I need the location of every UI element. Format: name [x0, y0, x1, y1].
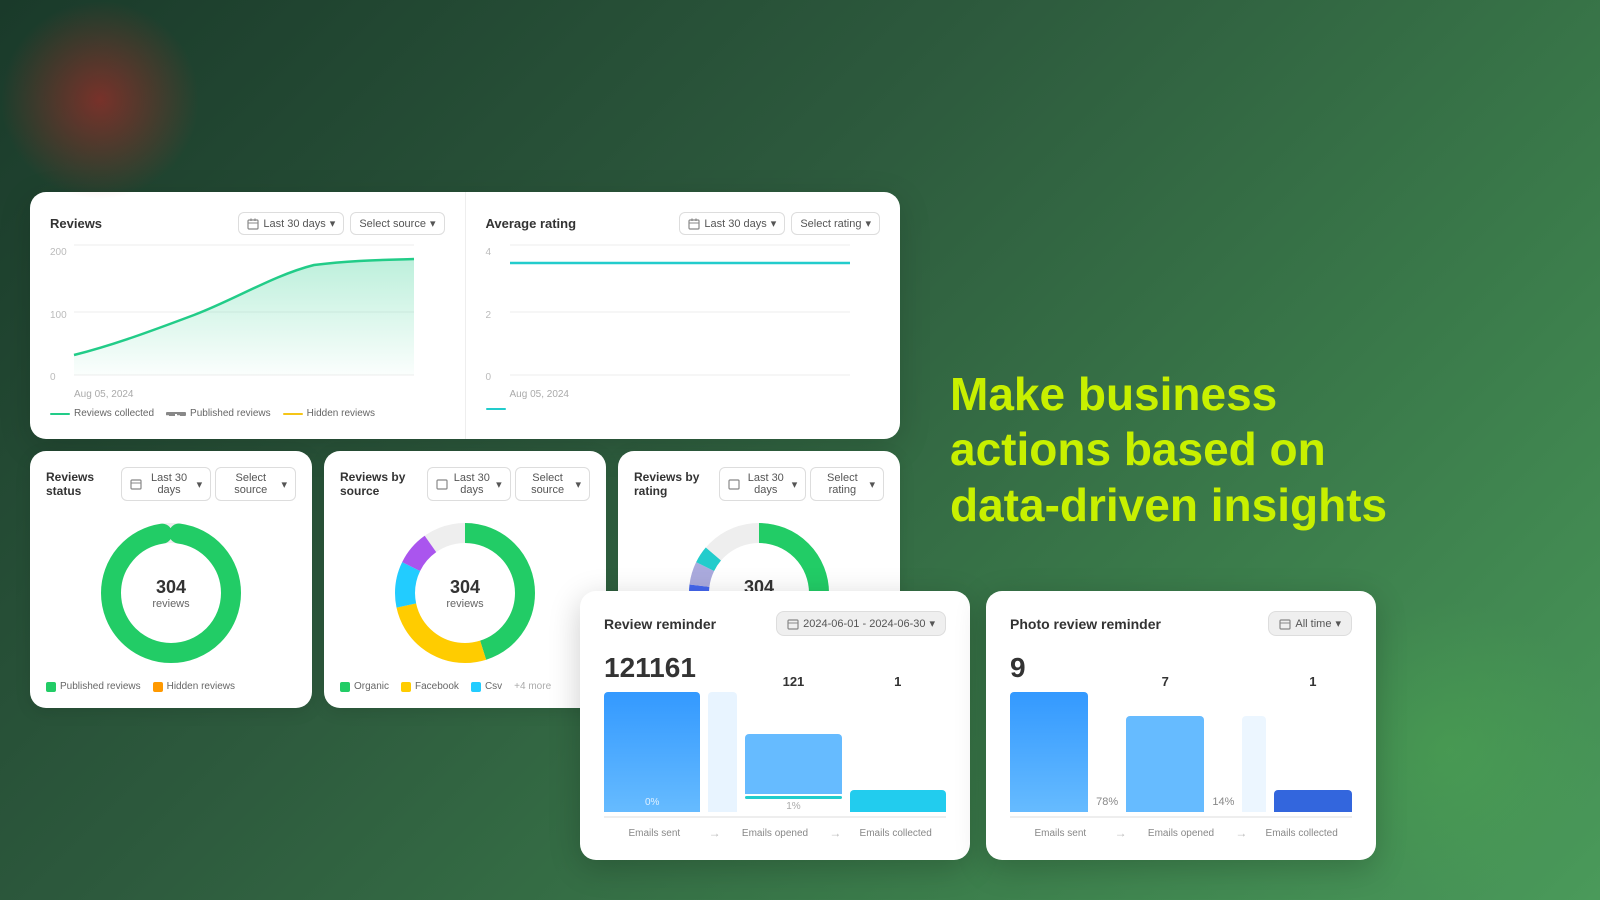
reviews-by-source-card: Reviews by source Last 30 days ▾ Select … — [324, 451, 606, 708]
reviews-status-controls: Last 30 days ▾ Select source ▾ — [121, 467, 296, 501]
reviews-chart-panel: Reviews Last 30 days ▾ Select source ▾ — [30, 192, 466, 439]
headline-panel: Make business actions based on data-driv… — [930, 347, 1570, 553]
bar-emails-collected: 1 — [850, 692, 946, 812]
review-reminder-bars: 0% 121 1% 1 — [604, 692, 946, 812]
cal-icon-7 — [1279, 618, 1291, 630]
reviews-by-source-donut: 304 reviews — [340, 513, 590, 673]
cal-icon-3 — [130, 478, 142, 490]
review-reminder-card: Review reminder 2024-06-01 - 2024-06-30 … — [580, 591, 970, 860]
floating-cards-area: Review reminder 2024-06-01 - 2024-06-30 … — [580, 591, 1376, 860]
reviews-chart-legend: Reviews collected Published reviews Hidd… — [50, 408, 445, 419]
by-rating-date[interactable]: Last 30 days ▾ — [719, 467, 806, 501]
photo-stat-emails-sent: Emails sent — [1010, 828, 1111, 839]
reviews-status-donut: 304 reviews — [46, 513, 296, 673]
stat-emails-collected: Emails collected — [845, 828, 946, 839]
reviews-chart-title: Reviews — [50, 216, 102, 231]
avg-rating-legend — [486, 408, 881, 410]
avg-rating-date: Aug 05, 2024 — [510, 389, 881, 400]
photo-reminder-big-number: 9 — [1010, 652, 1352, 684]
photo-reminder-title: Photo review reminder — [1010, 616, 1161, 632]
legend-published-reviews: Published reviews — [166, 408, 271, 419]
avg-rating-controls: Last 30 days ▾ Select rating ▾ — [679, 212, 880, 235]
reviews-line-chart — [74, 245, 434, 380]
reviews-status-source[interactable]: Select source ▾ — [215, 467, 296, 501]
bar-emails-sent: 0% — [604, 692, 700, 812]
cal-icon-5 — [728, 478, 740, 490]
stat-emails-opened: Emails opened — [725, 828, 826, 839]
reviews-status-legend: Published reviews Hidden reviews — [46, 681, 296, 692]
top-charts-panel: Reviews Last 30 days ▾ Select source ▾ — [30, 192, 900, 439]
avg-rating-title: Average rating — [486, 216, 577, 231]
stat-emails-sent: Emails sent — [604, 828, 705, 839]
photo-stat-emails-opened: Emails opened — [1131, 828, 1232, 839]
photo-reminder-stats-row: Emails sent → Emails opened → Emails col… — [1010, 816, 1352, 840]
by-source-date[interactable]: Last 30 days ▾ — [427, 467, 511, 501]
photo-bar-emails-sent — [1010, 692, 1088, 812]
calendar-icon — [247, 218, 259, 230]
avg-rating-chart-area: 4 2 0 — [486, 245, 881, 385]
headline-text: Make business actions based on data-driv… — [950, 367, 1387, 533]
reviews-source-filter[interactable]: Select source ▾ — [350, 212, 444, 235]
photo-bar-emails-collected: 1 — [1274, 692, 1352, 812]
photo-reminder-bars: 78% 7 14% 1 — [1010, 692, 1352, 812]
avg-rating-chart-panel: Average rating Last 30 days ▾ Select rat… — [466, 192, 901, 439]
review-reminder-title: Review reminder — [604, 616, 716, 632]
reviews-chart-date: Aug 05, 2024 — [74, 389, 445, 400]
reviews-by-source-legend: Organic Facebook Csv +4 more — [340, 681, 590, 692]
bar-emails-opened: 121 1% — [745, 692, 841, 812]
photo-bar-emails-opened: 7 — [1126, 692, 1204, 812]
review-reminder-stats-row: Emails sent → Emails opened → Emails col… — [604, 816, 946, 840]
cal-icon-6 — [787, 618, 799, 630]
by-source-source[interactable]: Select source ▾ — [515, 467, 590, 501]
photo-review-reminder-card: Photo review reminder All time ▾ 9 78% 7… — [986, 591, 1376, 860]
avg-rating-date-filter[interactable]: Last 30 days ▾ — [679, 212, 785, 235]
calendar-icon-2 — [688, 218, 700, 230]
photo-reminder-date-picker[interactable]: All time ▾ — [1268, 611, 1352, 636]
legend-hidden-reviews: Hidden reviews — [283, 408, 375, 419]
reviews-by-rating-title: Reviews by rating — [634, 470, 719, 498]
reviews-status-date[interactable]: Last 30 days ▾ — [121, 467, 212, 501]
reviews-by-rating-controls: Last 30 days ▾ Select rating ▾ — [719, 467, 884, 501]
photo-stat-emails-collected: Emails collected — [1251, 828, 1352, 839]
reviews-by-source-title: Reviews by source — [340, 470, 427, 498]
legend-reviews-collected: Reviews collected — [50, 408, 154, 419]
reviews-chart-area: 200 100 0 — [50, 245, 445, 385]
review-reminder-date-picker[interactable]: 2024-06-01 - 2024-06-30 ▾ — [776, 611, 946, 636]
reviews-chart-controls: Last 30 days ▾ Select source ▾ — [238, 212, 444, 235]
avg-rating-filter[interactable]: Select rating ▾ — [791, 212, 880, 235]
reviews-date-filter[interactable]: Last 30 days ▾ — [238, 212, 344, 235]
reviews-status-title: Reviews status — [46, 470, 121, 498]
avg-rating-line-chart — [510, 245, 870, 380]
cal-icon-4 — [436, 478, 448, 490]
by-rating-filter[interactable]: Select rating ▾ — [810, 467, 884, 501]
reviews-status-card: Reviews status Last 30 days ▾ Select sou… — [30, 451, 312, 708]
reviews-by-source-controls: Last 30 days ▾ Select source ▾ — [427, 467, 590, 501]
